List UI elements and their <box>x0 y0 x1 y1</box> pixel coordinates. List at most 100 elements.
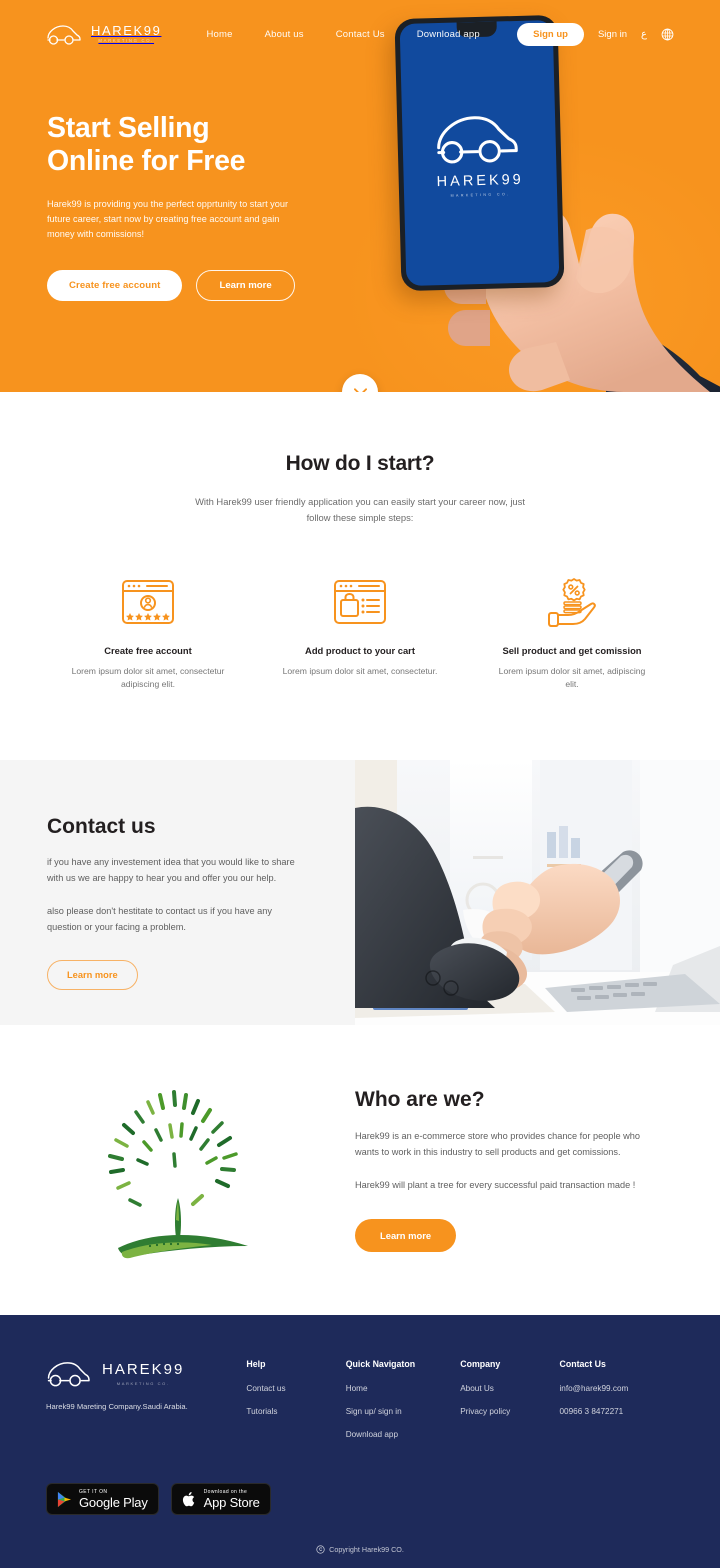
contact-paragraph-1: if you have any investement idea that yo… <box>47 857 295 883</box>
contact-copy: Contact us if you have any investement i… <box>0 760 355 1025</box>
nav-item-home[interactable]: Home <box>206 29 232 40</box>
google-play-icon <box>57 1491 72 1507</box>
nav-item-contact-us[interactable]: Contact Us <box>336 29 385 40</box>
brand-name: HAREK99 <box>91 23 162 39</box>
brand-text: HAREK99 MARKETING CO. <box>91 24 161 43</box>
landing-page: HAREK99 MARKETING CO. Home About us Cont… <box>0 0 720 1568</box>
globe-icon[interactable] <box>661 28 674 41</box>
chevron-down-icon <box>353 387 367 392</box>
footer-link-download-app[interactable]: Download app <box>346 1430 461 1439</box>
who-learn-more-button[interactable]: Learn more <box>355 1219 457 1253</box>
who-paragraph-2: Harek99 will plant a tree for every succ… <box>355 1179 636 1190</box>
copyright-icon <box>316 1545 325 1554</box>
step-add-product: Add product to your cart Lorem ipsum dol… <box>254 576 466 693</box>
who-are-we-section: Who are we? Harek99 is an e-commerce sto… <box>0 1025 720 1316</box>
step-sell-product: Sell product and get comission Lorem ips… <box>466 576 678 693</box>
business-smartphone-photo <box>355 760 720 1026</box>
step-title: Add product to your cart <box>305 644 415 656</box>
step-icon-wrap <box>333 576 387 628</box>
contact-us-section: Contact us if you have any investement i… <box>0 760 720 1026</box>
create-free-account-button[interactable]: Create free account <box>47 269 183 301</box>
step-title: Create free account <box>104 644 192 656</box>
footer-link-tutorials[interactable]: Tutorials <box>246 1407 345 1416</box>
footer-column-company: Company About Us Privacy policy <box>460 1359 559 1453</box>
step-icon-wrap <box>544 576 600 628</box>
footer-column-title: Quick Navigaton <box>345 1359 416 1370</box>
footer-brand-block: HAREK99 MARKETING CO. Harek99 Mareting C… <box>46 1359 246 1453</box>
contact-learn-more-button[interactable]: Learn more <box>47 960 138 991</box>
hand-coins-percent-icon <box>548 577 596 627</box>
footer-column-contact-us: Contact Us info@harek99.com 00966 3 8472… <box>559 1359 674 1453</box>
steps-title: How do I start? <box>285 452 435 475</box>
step-description: Lorem ipsum dolor sit amet, adipiscing e… <box>498 665 646 690</box>
steps-subtitle: With Harek99 user friendly application y… <box>195 496 525 523</box>
step-icon-wrap <box>121 576 175 628</box>
footer-link-home[interactable]: Home <box>346 1384 461 1393</box>
hero-copy: Start Selling Online for Free Harek99 is… <box>0 54 330 301</box>
footer-link-about-us[interactable]: About Us <box>460 1384 559 1393</box>
apple-icon <box>182 1491 194 1506</box>
hero-buttons: Create free account Learn more <box>47 269 330 301</box>
hero-content: Start Selling Online for Free Harek99 is… <box>0 54 720 301</box>
app-store-badges: GET IT ON Google Play Download on the Ap… <box>46 1483 674 1516</box>
footer-column-help: Help Contact us Tutorials <box>246 1359 345 1453</box>
google-play-badge[interactable]: GET IT ON Google Play <box>46 1483 159 1516</box>
sign-up-button[interactable]: Sign up <box>517 22 584 46</box>
scroll-down-button[interactable] <box>342 374 378 392</box>
footer-column-title: Company <box>460 1359 501 1370</box>
sign-in-link[interactable]: Sign in <box>598 29 627 40</box>
hero-title: Start Selling Online for Free <box>47 112 330 178</box>
car-outline-icon <box>47 1362 90 1387</box>
store-badge-text: Download on the App Store <box>204 1489 260 1509</box>
copyright-text: Copyright Harek99 CO. <box>329 1545 404 1555</box>
step-create-account: Create free account Lorem ipsum dolor si… <box>42 576 254 693</box>
footer-column-quick-navigation: Quick Navigaton Home Sign up/ sign in Do… <box>346 1359 461 1453</box>
nav-right-actions: Sign up Sign in ع <box>517 22 674 46</box>
footer-logo[interactable]: HAREK99 MARKETING CO. <box>46 1359 246 1387</box>
copyright-bar: Copyright Harek99 CO. <box>46 1545 674 1568</box>
steps-row: Create free account Lorem ipsum dolor si… <box>0 576 720 693</box>
footer-columns: HAREK99 MARKETING CO. Harek99 Mareting C… <box>46 1359 674 1453</box>
footer-email[interactable]: info@harek99.com <box>559 1384 674 1393</box>
hero-section: HAREK99 MARKETING CO. Home About us Cont… <box>0 0 720 392</box>
nav-links: Home About us Contact Us Download app <box>206 29 479 40</box>
store-badge-text: GET IT ON Google Play <box>79 1489 148 1509</box>
contact-title: Contact us <box>47 815 156 839</box>
footer-phone[interactable]: 00966 3 8472271 <box>559 1407 674 1416</box>
footer-column-title: Contact Us <box>559 1359 606 1370</box>
who-copy: Who are we? Harek99 is an e-commerce sto… <box>355 1087 720 1253</box>
nav-item-download-app[interactable]: Download app <box>417 29 480 40</box>
main-navbar: HAREK99 MARKETING CO. Home About us Cont… <box>0 0 720 54</box>
car-outline-icon <box>47 25 81 45</box>
footer-link-privacy-policy[interactable]: Privacy policy <box>460 1407 559 1416</box>
hero-description: Harek99 is providing you the perfect opp… <box>47 199 289 239</box>
brand-logo[interactable]: HAREK99 MARKETING CO. <box>46 23 161 45</box>
contact-paragraph-2: also please don't hestitate to contact u… <box>47 905 272 932</box>
tree-illustration-wrap <box>0 1070 355 1270</box>
footer-brand-text: HAREK99 MARKETING CO. <box>102 1361 184 1386</box>
footer-link-signup-signin[interactable]: Sign up/ sign in <box>346 1407 461 1416</box>
hero-learn-more-button[interactable]: Learn more <box>196 269 295 301</box>
browser-shopping-bag-icon <box>334 579 386 624</box>
who-paragraph-1: Harek99 is an e-commerce store who provi… <box>355 1130 640 1157</box>
language-arabic-label[interactable]: ع <box>641 29 647 40</box>
footer-brand-name: HAREK99 <box>102 1360 185 1378</box>
contact-photo <box>355 760 720 1026</box>
site-footer: HAREK99 MARKETING CO. Harek99 Mareting C… <box>0 1315 720 1568</box>
footer-column-title: Help <box>246 1359 266 1370</box>
brand-subtitle: MARKETING CO. <box>98 38 155 44</box>
app-store-badge[interactable]: Download on the App Store <box>170 1483 271 1516</box>
step-title: Sell product and get comission <box>502 644 642 656</box>
browser-user-rating-icon <box>122 579 174 624</box>
step-description: Lorem ipsum dolor sit amet, consectetur. <box>282 665 438 676</box>
nav-item-about-us[interactable]: About us <box>265 29 304 40</box>
hero-title-line2: Online for Free <box>47 145 246 178</box>
who-title: Who are we? <box>355 1087 485 1111</box>
step-description: Lorem ipsum dolor sit amet, consectetur … <box>71 665 225 690</box>
footer-brand-subtitle: MARKETING CO. <box>116 1380 170 1386</box>
footer-link-contact-us[interactable]: Contact us <box>246 1384 345 1393</box>
how-to-start-section: How do I start? With Harek99 user friend… <box>0 392 720 761</box>
green-tree-illustration <box>107 1090 248 1259</box>
hero-title-line1: Start Selling <box>47 112 210 144</box>
footer-tagline: Harek99 Mareting Company.Saudi Arabia. <box>46 1402 188 1412</box>
